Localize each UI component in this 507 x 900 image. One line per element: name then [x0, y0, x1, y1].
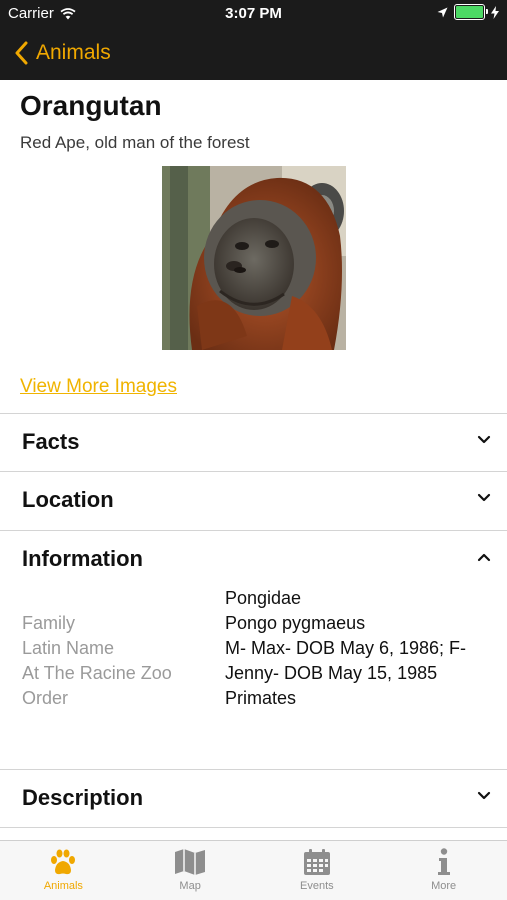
tab-map-label: Map: [179, 880, 201, 892]
tab-events-label: Events: [300, 880, 334, 892]
status-bar: Carrier 3:07 PM: [0, 0, 507, 26]
back-button[interactable]: Animals: [14, 41, 111, 65]
tab-map[interactable]: Map: [127, 841, 254, 900]
chevron-up-icon: [477, 553, 491, 562]
orangutan-image: [162, 166, 346, 350]
tab-more[interactable]: More: [380, 841, 507, 900]
clock: 3:07 PM: [225, 5, 282, 22]
animal-photo[interactable]: [162, 166, 346, 350]
animal-subtitle: Red Ape, old man of the forest: [20, 133, 250, 152]
navigation-bar: Animals: [0, 26, 507, 80]
tab-bar: Animals Map Events More: [0, 840, 507, 900]
information-labels: Family Latin Name At The Racine Zoo Orde…: [22, 611, 172, 711]
info-label: At The Racine Zoo: [22, 663, 172, 683]
charging-bolt-icon: [491, 5, 499, 19]
animal-detail: Orangutan Red Ape, old man of the forest: [0, 80, 507, 840]
info-value: M- Max- DOB May 6, 1986; F- Jenny- DOB M…: [225, 638, 467, 683]
info-value: Pongo pygmaeus: [225, 613, 366, 633]
location-arrow-icon: [437, 7, 448, 17]
calendar-icon: [303, 849, 330, 875]
information-values: Pongidae Pongo pygmaeus M- Max- DOB May …: [225, 586, 495, 711]
chevron-left-icon: [15, 41, 28, 65]
tab-animals-label: Animals: [43, 880, 83, 892]
tab-animals[interactable]: Animals: [0, 841, 127, 900]
back-label: Animals: [36, 41, 111, 64]
chevron-down-icon: [477, 435, 491, 444]
chevron-down-icon: [477, 493, 491, 502]
section-description-label: Description: [22, 785, 144, 810]
info-label: Latin Name: [22, 638, 115, 658]
section-location[interactable]: Location: [0, 471, 507, 529]
info-icon: [437, 848, 450, 875]
divider: [0, 827, 507, 828]
info-label: Family: [22, 613, 75, 633]
info-value: Primates: [225, 688, 297, 708]
chevron-down-icon: [477, 791, 491, 800]
section-facts-label: Facts: [22, 429, 80, 454]
section-information-label: Information: [22, 546, 143, 571]
tab-more-label: More: [431, 880, 457, 892]
section-location-label: Location: [22, 487, 114, 512]
map-icon: [175, 849, 206, 875]
info-label: Order: [22, 688, 69, 708]
view-more-images-link[interactable]: View More Images: [20, 376, 177, 398]
section-facts[interactable]: Facts: [0, 413, 507, 471]
section-information[interactable]: Information: [0, 530, 507, 588]
battery-icon: [454, 4, 488, 20]
info-value: Pongidae: [225, 588, 302, 608]
section-description[interactable]: Description: [0, 769, 507, 827]
status-right: [437, 4, 499, 20]
paw-icon: [51, 849, 76, 875]
page-title: Orangutan: [20, 90, 162, 121]
tab-events[interactable]: Events: [254, 841, 381, 900]
